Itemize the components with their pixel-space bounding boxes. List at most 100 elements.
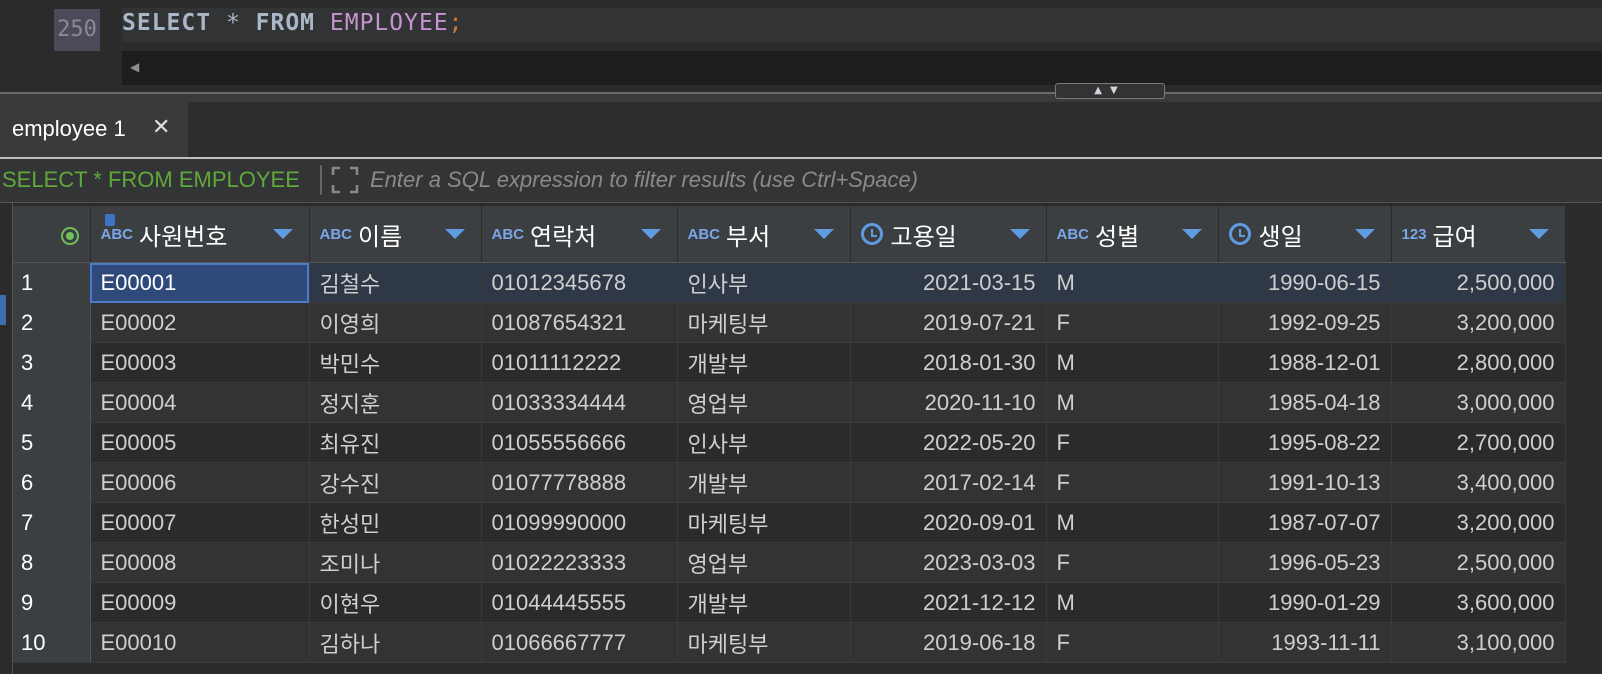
table-cell[interactable]: 김철수	[309, 262, 482, 303]
table-row[interactable]: 8 E00008 조미나 01022223333 영업부 2023-03-03 F 1996-…	[13, 542, 1566, 583]
filter-input[interactable]: Enter a SQL expression to filter results…	[370, 167, 918, 193]
table-cell[interactable]: 2022-05-20	[850, 422, 1047, 463]
table-cell[interactable]: 2,500,000	[1391, 542, 1566, 583]
table-cell[interactable]: 01066667777	[481, 622, 678, 663]
table-cell[interactable]: 1992-09-25	[1218, 302, 1392, 343]
table-cell[interactable]: 01055556666	[481, 422, 678, 463]
table-cell[interactable]: 1988-12-01	[1218, 342, 1392, 383]
table-cell[interactable]: F	[1046, 622, 1219, 663]
sort-icon[interactable]	[444, 229, 465, 239]
table-cell[interactable]: 마케팅부	[677, 302, 851, 343]
table-row[interactable]: 2 E00002 이영희 01087654321 마케팅부 2019-07-21 F 1992…	[13, 302, 1566, 343]
column-header-dept[interactable]: ABC 부서	[677, 206, 851, 263]
column-header-name[interactable]: ABC 이름	[309, 206, 482, 263]
column-header-contact[interactable]: ABC 연락처	[481, 206, 678, 263]
table-cell[interactable]: 최유진	[309, 422, 482, 463]
table-cell[interactable]: 01022223333	[481, 542, 678, 583]
table-cell[interactable]: 1985-04-18	[1218, 382, 1392, 423]
table-cell[interactable]: 1996-05-23	[1218, 542, 1392, 583]
expand-filter-icon[interactable]	[330, 165, 360, 195]
row-number[interactable]: 9	[13, 582, 91, 623]
panel-splitter[interactable]	[0, 92, 1602, 102]
table-cell[interactable]: 이현우	[309, 582, 482, 623]
table-cell[interactable]: 3,600,000	[1391, 582, 1566, 623]
table-cell[interactable]: F	[1046, 422, 1219, 463]
table-cell[interactable]: 2018-01-30	[850, 342, 1047, 383]
sort-icon[interactable]	[1009, 229, 1030, 239]
table-cell[interactable]: 마케팅부	[677, 502, 851, 543]
column-header-hire-date[interactable]: 고용일	[850, 206, 1047, 263]
table-cell[interactable]: M	[1046, 382, 1219, 423]
table-cell[interactable]: 3,100,000	[1391, 622, 1566, 663]
table-cell[interactable]: 01087654321	[481, 302, 678, 343]
table-cell[interactable]: F	[1046, 542, 1219, 583]
row-number[interactable]: 2	[13, 302, 91, 343]
table-row[interactable]: 5 E00005 최유진 01055556666 인사부 2022-05-20 F 1995-…	[13, 422, 1566, 463]
close-icon[interactable]: ✕	[152, 116, 170, 140]
table-cell[interactable]: 1993-11-11	[1218, 622, 1392, 663]
table-cell[interactable]: 개발부	[677, 462, 851, 503]
table-cell[interactable]: F	[1046, 462, 1219, 503]
tab-employee-1[interactable]: employee 1 ✕	[0, 102, 188, 157]
row-number[interactable]: 3	[13, 342, 91, 383]
table-cell[interactable]: 인사부	[677, 262, 851, 303]
table-cell[interactable]: 2019-07-21	[850, 302, 1047, 343]
sort-icon[interactable]	[1528, 229, 1549, 239]
table-cell[interactable]: 01012345678	[481, 262, 678, 303]
radio-dot-icon[interactable]	[61, 227, 79, 245]
table-cell[interactable]: 01011112222	[481, 342, 678, 383]
table-cell[interactable]: 2021-12-12	[850, 582, 1047, 623]
table-cell[interactable]: 2017-02-14	[850, 462, 1047, 503]
table-cell[interactable]: 1990-01-29	[1218, 582, 1392, 623]
select-all-header[interactable]	[13, 206, 91, 263]
table-row[interactable]: 9 E00009 이현우 01044445555 개발부 2021-12-12 M 1990-…	[13, 582, 1566, 623]
table-cell[interactable]: 영업부	[677, 382, 851, 423]
column-header-salary[interactable]: 123 급여	[1391, 206, 1566, 263]
row-number[interactable]: 4	[13, 382, 91, 423]
row-number[interactable]: 6	[13, 462, 91, 503]
table-cell[interactable]: 개발부	[677, 342, 851, 383]
table-cell[interactable]: 3,200,000	[1391, 302, 1566, 343]
table-cell[interactable]: 3,000,000	[1391, 382, 1566, 423]
column-header-emp-id[interactable]: ABC 사원번호	[90, 206, 310, 263]
table-cell[interactable]: 1995-08-22	[1218, 422, 1392, 463]
sql-code-line[interactable]: SELECT * FROM EMPLOYEE;	[122, 8, 1602, 42]
table-row[interactable]: 3 E00003 박민수 01011112222 개발부 2018-01-30 M 1988-…	[13, 342, 1566, 383]
table-cell[interactable]: E00009	[90, 582, 310, 623]
table-cell[interactable]: 2,700,000	[1391, 422, 1566, 463]
table-cell[interactable]: 01077778888	[481, 462, 678, 503]
table-cell[interactable]: 01033334444	[481, 382, 678, 423]
table-cell[interactable]: E00008	[90, 542, 310, 583]
table-cell[interactable]: 강수진	[309, 462, 482, 503]
row-number[interactable]: 7	[13, 502, 91, 543]
table-cell[interactable]: M	[1046, 262, 1219, 303]
table-cell[interactable]: 01099990000	[481, 502, 678, 543]
collapse-up-icon[interactable]: ▲	[1094, 85, 1110, 96]
row-number[interactable]: 10	[13, 622, 91, 663]
sort-icon[interactable]	[272, 229, 293, 239]
sort-icon[interactable]	[813, 229, 834, 239]
results-grid[interactable]: ABC 사원번호 ABC 이름 ABC 연락처 ABC 부서 고용일 ABC 성별 생일 …	[0, 203, 1602, 674]
table-cell[interactable]: 조미나	[309, 542, 482, 583]
row-number[interactable]: 8	[13, 542, 91, 583]
editor-horizontal-scrollbar[interactable]: ◀	[122, 51, 1602, 85]
table-cell[interactable]: E00005	[90, 422, 310, 463]
table-cell[interactable]: 2021-03-15	[850, 262, 1047, 303]
table-cell[interactable]: 이영희	[309, 302, 482, 343]
table-cell[interactable]: 김하나	[309, 622, 482, 663]
table-cell[interactable]: 인사부	[677, 422, 851, 463]
sort-icon[interactable]	[640, 229, 661, 239]
table-cell[interactable]: M	[1046, 502, 1219, 543]
table-row[interactable]: 4 E00004 정지훈 01033334444 영업부 2020-11-10 M 1985-…	[13, 382, 1566, 423]
expand-down-icon[interactable]: ▼	[1110, 85, 1126, 96]
table-row[interactable]: 6 E00006 강수진 01077778888 개발부 2017-02-14 F 1991-…	[13, 462, 1566, 503]
column-header-birthday[interactable]: 생일	[1218, 206, 1392, 263]
table-cell[interactable]: 1987-07-07	[1218, 502, 1392, 543]
table-cell[interactable]: 영업부	[677, 542, 851, 583]
table-cell[interactable]: 마케팅부	[677, 622, 851, 663]
table-cell[interactable]: 2023-03-03	[850, 542, 1047, 583]
table-cell[interactable]: E00006	[90, 462, 310, 503]
table-cell[interactable]: 3,400,000	[1391, 462, 1566, 503]
active-query-label[interactable]: SELECT * FROM EMPLOYEE	[2, 167, 300, 193]
table-cell[interactable]: 2020-11-10	[850, 382, 1047, 423]
